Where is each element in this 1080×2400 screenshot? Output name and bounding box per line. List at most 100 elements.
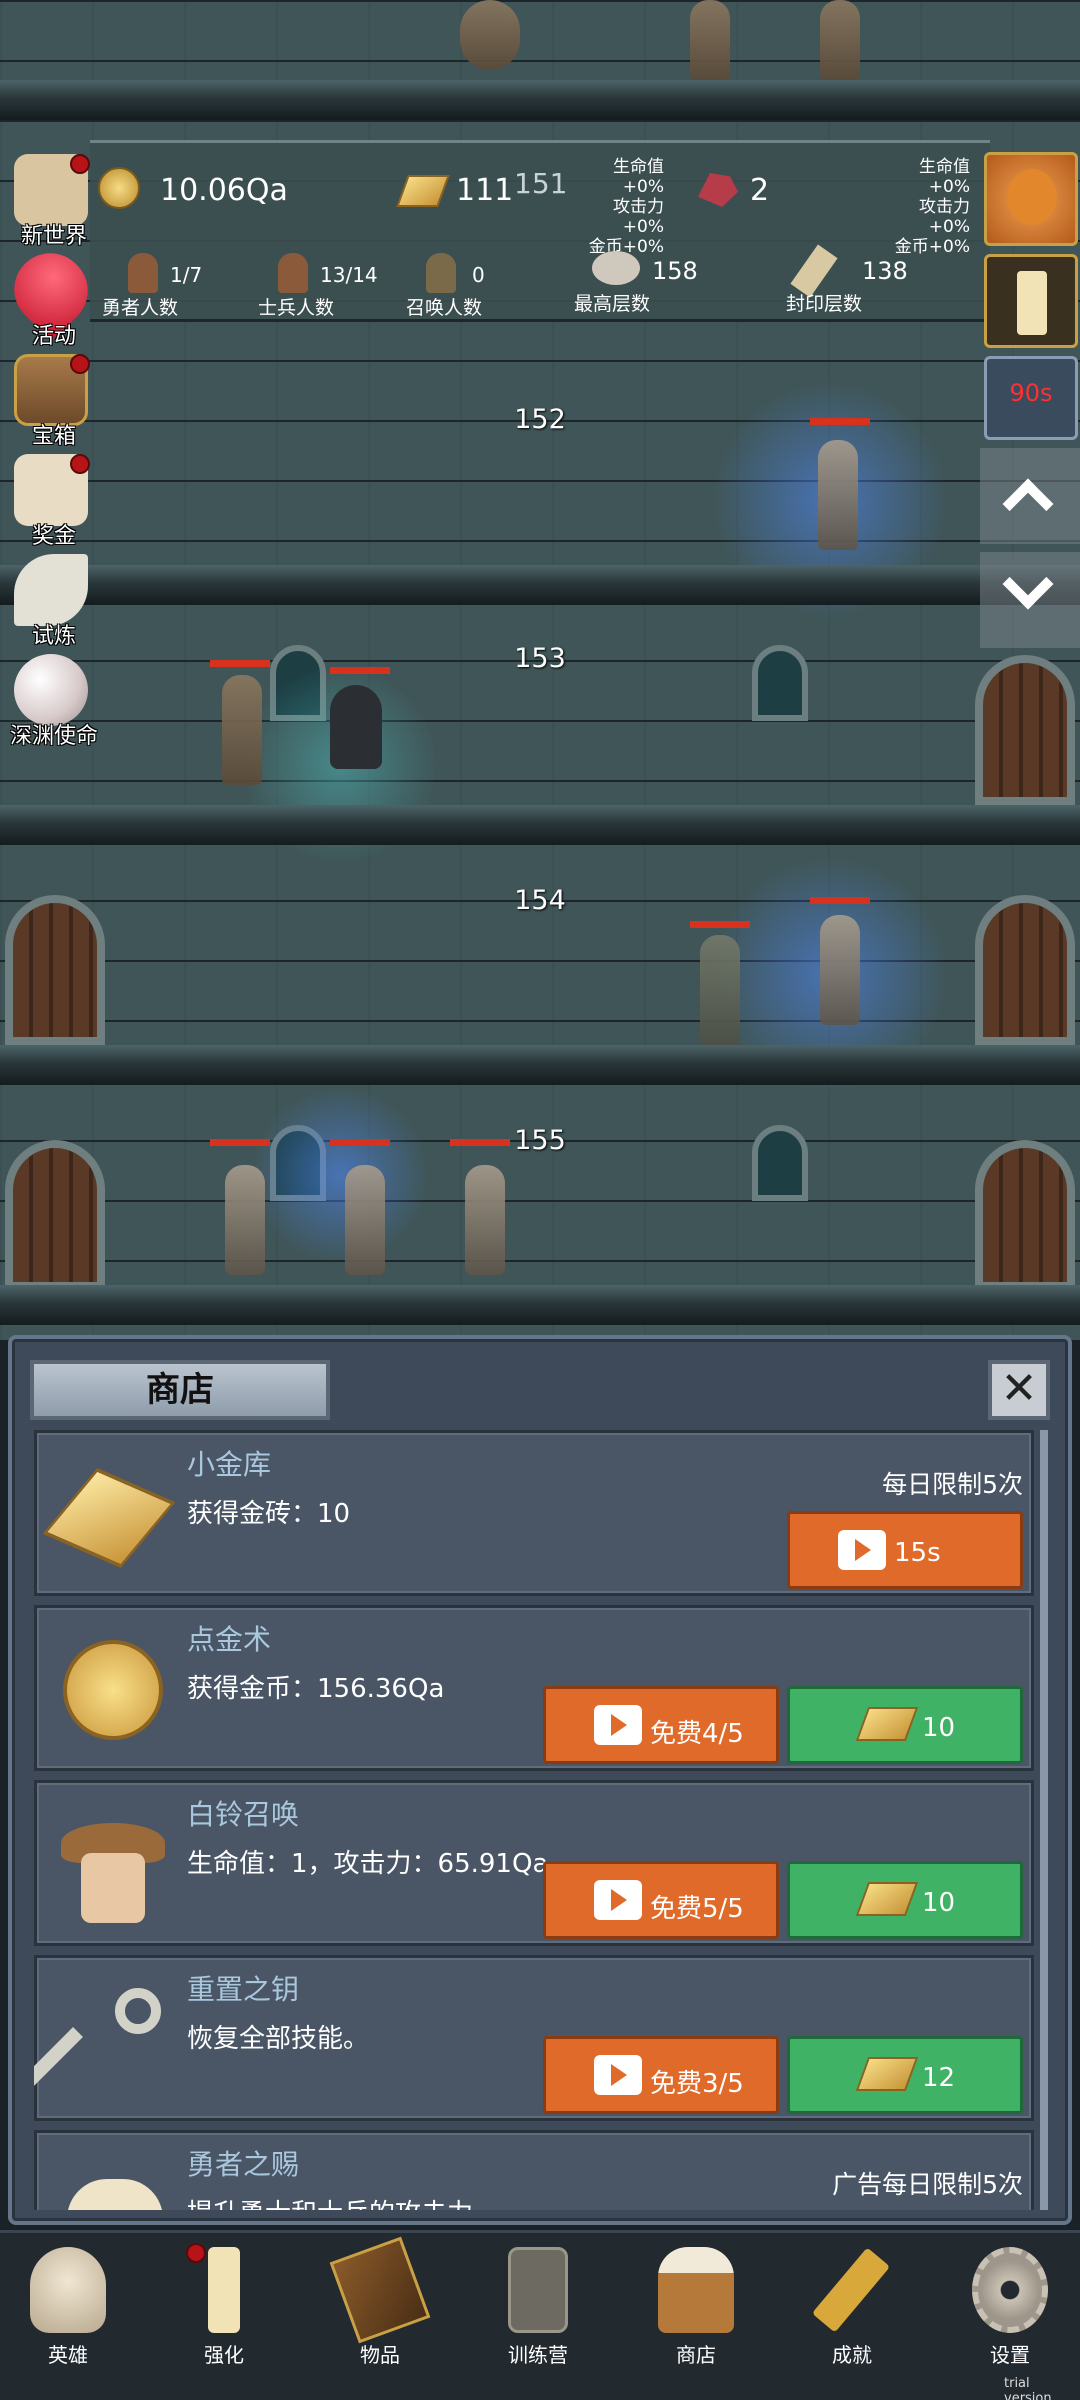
monster [690, 0, 730, 80]
gold-coin-icon [98, 167, 140, 209]
soldiers-count: 13/14 [320, 263, 378, 287]
daily-limit: 每日限制5次 [882, 1470, 1023, 1499]
beer-mug-icon [658, 2247, 734, 2333]
gold-bar-icon [855, 2057, 919, 2091]
scroll-up-button[interactable] [980, 448, 1080, 544]
sealed-floor-label: 封印层数 [786, 293, 863, 315]
summon-icon [426, 253, 456, 293]
max-floor-count: 158 [652, 257, 698, 285]
buff-list-right: 生命值+0% 攻击力+0% 金币+0% [894, 157, 970, 257]
ghost-monster [330, 685, 382, 769]
buy-with-gold-bar-button[interactable]: 10 [787, 1861, 1023, 1939]
gold-coin-icon [51, 1628, 175, 1752]
gold-bar-icon [855, 1882, 919, 1916]
skeleton-mage [818, 440, 858, 550]
rock-icon [592, 251, 640, 285]
side-event-button[interactable]: 活动 [0, 238, 103, 349]
shop-tab[interactable]: 商店 [30, 1360, 330, 1420]
floor-divider [0, 1045, 1080, 1085]
ruby-gem-icon [698, 173, 738, 207]
free-ad-button[interactable]: 免费4/5 [543, 1686, 779, 1764]
enemy-hp-bar [450, 1139, 510, 1146]
skeleton-mage [345, 1165, 385, 1275]
nav-items[interactable]: 物品 [320, 2236, 440, 2391]
nav-enhance[interactable]: 强化 [164, 2241, 284, 2391]
gear-icon [972, 2247, 1048, 2333]
chevron-down-icon [1002, 558, 1054, 610]
key-icon [34, 1978, 175, 2102]
nav-achievements[interactable]: 成就 [792, 2241, 912, 2391]
nav-shop[interactable]: 商店 [636, 2241, 756, 2391]
buy-with-gold-bar-button[interactable]: 10 [787, 1686, 1023, 1764]
notification-dot [70, 354, 90, 374]
heroes-label: 勇者人数 [102, 297, 179, 319]
free-ad-button[interactable]: 免费3/5 [543, 2036, 779, 2114]
castle-window [752, 1125, 808, 1201]
timer-reward-button[interactable]: 90s [984, 356, 1078, 440]
item-title: 白铃召唤 [187, 1798, 300, 1831]
gem-amount: 2 [750, 173, 770, 208]
item-title: 点金术 [187, 1623, 272, 1656]
candle-icon [208, 2247, 240, 2333]
shop-item-bailing-summon: 白铃召唤 生命值：1，攻击力：65.91Qa 免费5/5 10 [34, 1780, 1034, 1946]
floor-divider [0, 565, 1080, 605]
video-play-icon [838, 1530, 886, 1570]
shop-list[interactable]: 小金库 获得金砖：10 每日限制5次 15s 点金术 获得金币：156.36Qa… [34, 1430, 1034, 2210]
shop-item-hero-gift: 勇者之赐 提升勇士和士兵的攻击力。 广告每日限制5次 [34, 2130, 1034, 2210]
gold-amount: 10.06Qa [160, 173, 288, 208]
castle-door [5, 1140, 105, 1290]
free-ad-button[interactable]: 免费5/5 [543, 1861, 779, 1939]
floor-153: 153 [0, 605, 1080, 865]
side-abyss-button[interactable]: 深渊使命 [4, 650, 100, 749]
shop-item-small-vault: 小金库 获得金砖：10 每日限制5次 15s [34, 1430, 1034, 1596]
item-desc: 恢复全部技能。 [187, 2024, 370, 2054]
side-bonus-button[interactable]: 奖金 [4, 450, 100, 549]
scroll-down-button[interactable] [980, 552, 1080, 648]
shop-scrollbar[interactable] [1040, 1430, 1048, 2210]
skeleton [225, 1165, 265, 1275]
ally-hp-bar [210, 660, 270, 667]
candle-buff-button[interactable] [984, 254, 1078, 348]
book-icon [329, 2236, 431, 2344]
summons-label: 召唤人数 [406, 297, 483, 319]
nav-training-camp[interactable]: 训练营 [478, 2241, 598, 2391]
buy-with-gold-bar-button[interactable]: 12 [787, 2036, 1023, 2114]
side-new-world-button[interactable]: 新世界 [4, 150, 100, 249]
castle-window [752, 645, 808, 721]
monster [460, 0, 520, 70]
bottom-nav: 英雄 强化 物品 训练营 商店 成就 设置 [0, 2230, 1080, 2400]
soldier-icon [278, 253, 308, 293]
close-button[interactable]: ✕ [988, 1360, 1050, 1420]
candle-icon [1017, 271, 1047, 335]
gold-bar-amount: 111 [456, 173, 514, 208]
item-desc: 获得金砖：10 [187, 1499, 351, 1529]
item-desc: 生命值：1，攻击力：65.91Qa [187, 1849, 549, 1879]
notification-dot [186, 2243, 206, 2263]
archer-soldier [222, 675, 262, 785]
shop-item-midas-touch: 点金术 获得金币：156.36Qa 免费4/5 10 [34, 1605, 1034, 1771]
enemy-hp-bar [690, 921, 750, 928]
skeleton-archer [465, 1165, 505, 1275]
shop-item-reset-key: 重置之钥 恢复全部技能。 免费3/5 12 [34, 1955, 1034, 2121]
chevron-up-icon [1002, 478, 1054, 530]
enemy-hp-bar [330, 667, 390, 674]
timer-text: 90s [1009, 379, 1053, 407]
nav-settings[interactable]: 设置 [950, 2241, 1070, 2391]
nav-hero[interactable]: 英雄 [8, 2241, 128, 2391]
pumpkin-event-button[interactable] [984, 152, 1078, 246]
skeleton-mage [820, 915, 860, 1025]
item-title: 重置之钥 [187, 1973, 300, 2006]
video-play-icon [594, 1880, 642, 1920]
max-floor-label: 最高层数 [574, 293, 651, 315]
soldiers-label: 士兵人数 [258, 297, 335, 319]
beer-mug-icon [51, 2153, 175, 2210]
scroll-thumb[interactable] [1040, 1430, 1048, 2210]
skull-icon [30, 2247, 106, 2333]
floor-number: 153 [514, 643, 566, 674]
side-trial-button[interactable]: 试炼 [4, 550, 100, 649]
heroes-count: 1/7 [170, 263, 203, 287]
side-chest-button[interactable]: 宝箱 [4, 350, 100, 449]
enemy-hp-bar [330, 1139, 390, 1146]
item-desc: 提升勇士和士兵的攻击力。 [187, 2193, 499, 2210]
watch-ad-button[interactable]: 15s [787, 1511, 1023, 1589]
